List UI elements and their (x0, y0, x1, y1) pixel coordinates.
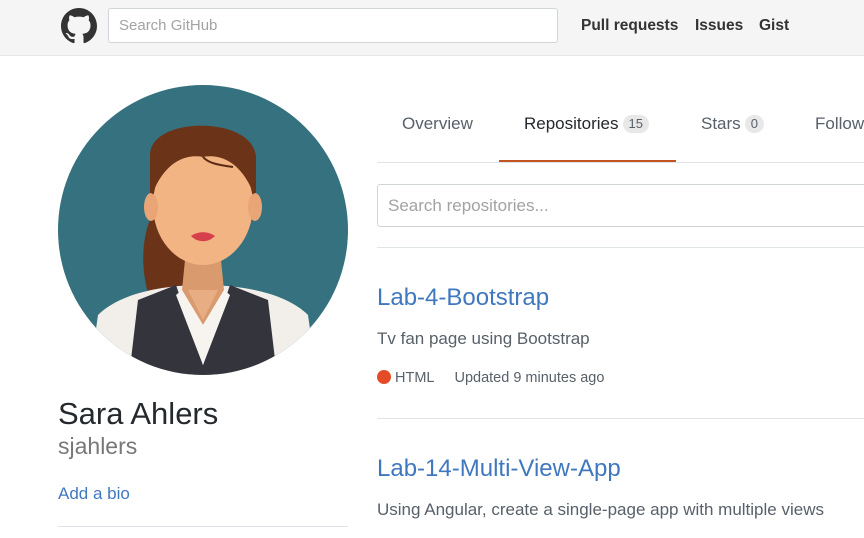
tab-repositories-label: Repositories (524, 114, 619, 133)
tab-followers-label: Follow (815, 114, 864, 133)
top-header: Pull requests Issues Gist (0, 0, 864, 56)
nav-pull-requests[interactable]: Pull requests (581, 17, 678, 35)
avatar[interactable] (58, 85, 348, 375)
search-github-input[interactable] (108, 8, 558, 43)
repo-updated-time: Updated 9 minutes ago (454, 370, 605, 386)
repo-title-link[interactable]: Lab-4-Bootstrap (377, 284, 549, 312)
repo-description: Tv fan page using Bootstrap (377, 329, 590, 348)
repo-list-divider (377, 247, 864, 248)
repo-description: Using Angular, create a single-page app … (377, 500, 824, 519)
repo-language: HTML (395, 370, 435, 386)
repo-meta: HTML Updated 9 minutes ago (377, 370, 604, 386)
tab-followers[interactable]: Follow (815, 114, 864, 134)
repo-title-link[interactable]: Lab-14-Multi-View-App (377, 455, 621, 483)
profile-username: sjahlers (58, 433, 138, 459)
tab-overview-label: Overview (402, 114, 473, 133)
repo-divider (377, 418, 864, 419)
nav-issues[interactable]: Issues (695, 17, 743, 35)
sidebar-divider (58, 526, 348, 527)
github-logo-icon[interactable] (61, 8, 97, 44)
profile-name: Sara Ahlers (58, 396, 219, 431)
language-color-dot (377, 370, 391, 384)
stars-count-badge: 0 (744, 115, 764, 133)
add-bio-link[interactable]: Add a bio (58, 484, 130, 504)
tab-stars-label: Stars (701, 114, 741, 133)
tabs-divider (377, 162, 864, 163)
tab-repositories[interactable]: Repositories 15 (524, 114, 649, 134)
tab-overview[interactable]: Overview (402, 114, 473, 134)
repositories-count-badge: 15 (622, 115, 649, 133)
tab-stars[interactable]: Stars 0 (701, 114, 764, 134)
search-repositories-input[interactable] (377, 184, 864, 227)
nav-gist[interactable]: Gist (759, 17, 789, 35)
